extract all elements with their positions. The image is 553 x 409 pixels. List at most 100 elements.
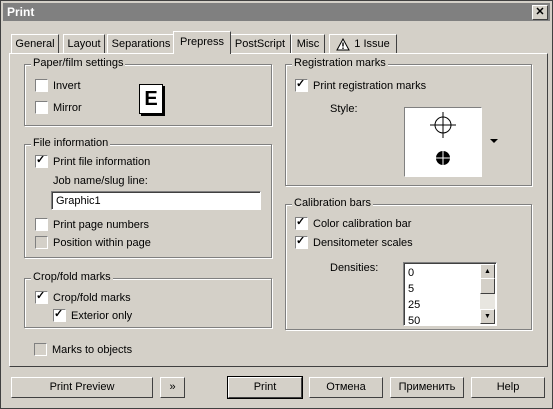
button-label: Применить [398,381,456,393]
print-registration-marks-checkbox[interactable]: ✓ Print registration marks [295,77,427,93]
invert-checkbox[interactable]: Invert [35,78,81,93]
print-page-numbers-checkbox[interactable]: Print page numbers [35,217,149,232]
checkbox-box: ✓ [295,234,308,249]
tab-misc[interactable]: Misc [291,34,325,53]
check-mark-icon: ✓ [36,289,46,302]
print-button[interactable]: Print [227,376,303,399]
tab-label: Misc [296,38,320,50]
list-item[interactable]: 50 [408,314,420,325]
tab-label: Separations [111,38,171,50]
style-label: Style: [330,103,358,115]
registration-group: Registration marks ✓ Print registration m… [285,57,532,186]
group-title: Crop/fold marks [31,271,113,283]
tab-postscript[interactable]: PostScript [229,34,291,53]
densities-listbox[interactable]: 0 5 25 50 ▲ ▼ [403,262,497,326]
tab-separations[interactable]: Separations [107,34,175,53]
crop-fold-group: Crop/fold marks ✓ Crop/fold marks ✓ Exteri… [24,271,272,328]
paper-film-group: Paper/film settings Invert Mirror E [24,57,272,126]
check-mark-icon: ✓ [36,153,46,166]
window-title: Print [7,5,35,19]
checkbox-label: Position within page [53,237,151,249]
checkbox-box: ✓ [295,77,308,92]
tab-label: General [15,38,55,50]
job-name-input[interactable]: Graphic1 [51,191,261,210]
checkbox-label: Mirror [53,102,82,114]
tab-label: 1 Issue [354,38,390,50]
checkbox-label: Print registration marks [313,80,427,92]
tab-label: Layout [67,38,101,50]
checkbox-box [35,235,48,249]
checkbox-box [35,217,48,231]
checkbox-label: Marks to objects [52,344,133,356]
checkbox-box: ✓ [35,153,48,168]
help-button[interactable]: Help [471,377,545,398]
checkbox-box: ✓ [53,307,66,322]
style-dropdown-arrow-icon[interactable] [489,138,499,144]
scroll-up-button[interactable]: ▲ [480,264,495,279]
checkbox-label: Print file information [53,156,151,168]
cancel-button[interactable]: Отмена [309,377,383,398]
job-name-label: Job name/slug line: [53,175,148,187]
checkbox-label: Print page numbers [53,219,149,231]
expand-preview-button[interactable]: » [160,377,185,398]
preview-glyph: E [144,88,158,110]
checkbox-box [35,78,48,92]
color-calibration-bar-checkbox[interactable]: ✓ Color calibration bar [295,215,412,231]
button-label: Help [496,381,520,393]
checkbox-label: Invert [53,80,81,92]
button-label: Print [253,381,277,393]
marks-to-objects-checkbox[interactable]: Marks to objects [34,342,133,357]
tab-label: PostScript [234,38,286,50]
tab-layout[interactable]: Layout [63,34,105,53]
group-title: File information [31,137,111,149]
file-info-group: File information ✓ Print file information… [24,137,272,258]
group-title: Paper/film settings [31,57,126,69]
position-within-page-checkbox[interactable]: Position within page [35,235,151,250]
checkbox-box: ✓ [295,215,308,230]
check-mark-icon: ✓ [296,215,306,228]
button-label: Print Preview [49,381,115,393]
list-item[interactable]: 25 [408,298,420,312]
mirror-checkbox[interactable]: Mirror [35,100,82,115]
close-button[interactable]: ✕ [532,5,548,20]
densitometer-scales-checkbox[interactable]: ✓ Densitometer scales [295,234,413,250]
title-bar[interactable]: Print ✕ [3,3,550,21]
check-mark-icon: ✓ [296,234,306,247]
check-mark-icon: ✓ [54,307,64,320]
tab-label: Prepress [179,36,225,48]
densities-scrollbar[interactable]: ▲ ▼ [480,264,495,324]
tab-issues[interactable]: 1 Issue [329,34,397,53]
scroll-down-button[interactable]: ▼ [480,309,495,324]
print-preview-button[interactable]: Print Preview [11,377,153,398]
checkbox-label: Exterior only [71,310,133,322]
tab-prepress[interactable]: Prepress [173,31,231,54]
exterior-only-checkbox[interactable]: ✓ Exterior only [53,307,133,323]
scroll-thumb[interactable] [480,278,495,294]
tab-general[interactable]: General [11,34,59,53]
check-mark-icon: ✓ [296,77,306,90]
button-label: Отмена [326,381,366,393]
prepress-panel: Paper/film settings Invert Mirror E File… [9,53,548,367]
crop-fold-marks-checkbox[interactable]: ✓ Crop/fold marks [35,289,131,305]
registration-style-preview[interactable] [404,107,482,177]
checkbox-box [34,342,47,356]
checkbox-box: ✓ [35,289,48,304]
checkbox-label: Densitometer scales [313,237,413,249]
print-dialog: Print ✕ General Layout Separations Prepr… [0,0,553,409]
checkbox-label: Crop/fold marks [53,292,131,304]
calibration-group: Calibration bars ✓ Color calibration bar … [285,197,532,330]
checkbox-label: Color calibration bar [313,218,412,230]
list-item[interactable]: 0 [408,266,414,280]
crosshair-mark-icon [430,112,456,138]
group-title: Registration marks [292,57,388,69]
densities-label: Densities: [330,262,379,274]
filled-target-icon [436,151,450,165]
checkbox-box [35,100,48,114]
warning-icon [336,37,351,51]
group-title: Calibration bars [292,197,374,209]
page-preview-icon: E [139,84,163,114]
double-arrow-icon: » [169,381,176,393]
print-file-info-checkbox[interactable]: ✓ Print file information [35,153,151,169]
list-item[interactable]: 5 [408,282,414,296]
apply-button[interactable]: Применить [390,377,464,398]
